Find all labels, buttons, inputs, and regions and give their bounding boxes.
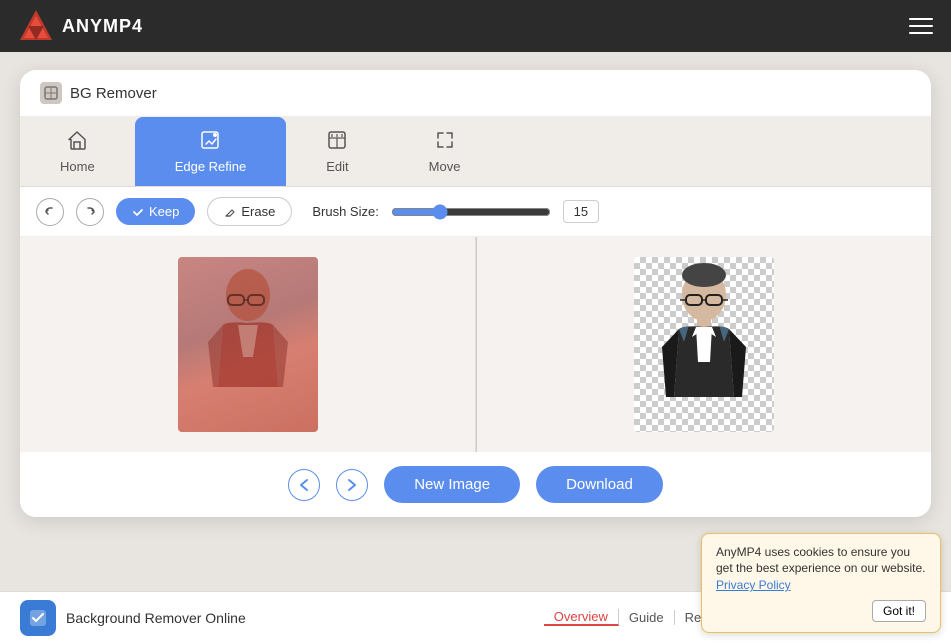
bottom-bar-icon [20, 600, 56, 636]
person-left-svg [178, 257, 318, 432]
redo-button[interactable] [76, 198, 104, 226]
got-it-button[interactable]: Got it! [872, 600, 926, 622]
processed-image [634, 257, 774, 432]
bg-remover-card: BG Remover Home Edge Refine Edit [20, 70, 931, 517]
undo-button[interactable] [36, 198, 64, 226]
tab-edit-label: Edit [326, 159, 348, 174]
brush-size-label: Brush Size: [312, 204, 378, 219]
brush-size-slider[interactable] [391, 204, 551, 220]
keep-label: Keep [149, 204, 179, 219]
card-header-icon [40, 82, 62, 104]
next-button[interactable] [336, 469, 368, 501]
logo-text: ANYMP4 [62, 16, 143, 37]
tab-move[interactable]: Move [389, 117, 501, 186]
top-navigation: ANYMP4 [0, 0, 951, 52]
bg-remover-icon [44, 86, 58, 100]
tab-home-label: Home [60, 159, 95, 174]
tab-edge-refine[interactable]: Edge Refine [135, 117, 287, 186]
toolbar: Keep Erase Brush Size: 15 [20, 187, 931, 237]
logo-icon [18, 8, 54, 44]
erase-label: Erase [241, 204, 275, 219]
move-icon [434, 129, 456, 155]
new-image-label: New Image [414, 476, 490, 493]
hamburger-menu[interactable] [909, 18, 933, 34]
nav-link-guide[interactable]: Guide [619, 610, 675, 625]
panel-divider [476, 237, 478, 452]
tab-edge-refine-label: Edge Refine [175, 159, 247, 174]
bg-remover-small-icon [28, 608, 48, 628]
keep-button[interactable]: Keep [116, 198, 195, 225]
edge-refine-icon [199, 129, 221, 155]
main-content: BG Remover Home Edge Refine Edit [0, 52, 951, 517]
original-image [178, 257, 318, 432]
logo-area: ANYMP4 [18, 8, 143, 44]
privacy-policy-link[interactable]: Privacy Policy [716, 578, 791, 592]
canvas-area [20, 237, 931, 452]
right-panel [476, 237, 931, 452]
person-right-svg [634, 257, 774, 432]
bottom-actions: New Image Download [20, 452, 931, 517]
download-label: Download [566, 476, 633, 493]
card-title: BG Remover [70, 85, 157, 102]
tab-home[interactable]: Home [20, 117, 135, 186]
tabs-row: Home Edge Refine Edit Move [20, 117, 931, 187]
new-image-button[interactable]: New Image [384, 466, 520, 503]
bottom-bar-title: Background Remover Online [66, 610, 246, 626]
brush-size-value: 15 [563, 200, 599, 223]
home-icon [66, 129, 88, 155]
download-button[interactable]: Download [536, 466, 663, 503]
card-header: BG Remover [20, 70, 931, 117]
tab-move-label: Move [429, 159, 461, 174]
tab-edit[interactable]: Edit [286, 117, 388, 186]
edit-icon [326, 129, 348, 155]
cookie-banner: AnyMP4 uses cookies to ensure you get th… [701, 533, 941, 633]
cookie-text: AnyMP4 uses cookies to ensure you get th… [716, 545, 925, 576]
cookie-banner-text: AnyMP4 uses cookies to ensure you get th… [716, 544, 926, 594]
erase-button[interactable]: Erase [207, 197, 292, 226]
nav-link-overview[interactable]: Overview [544, 609, 619, 626]
prev-button[interactable] [288, 469, 320, 501]
left-panel [20, 237, 476, 452]
